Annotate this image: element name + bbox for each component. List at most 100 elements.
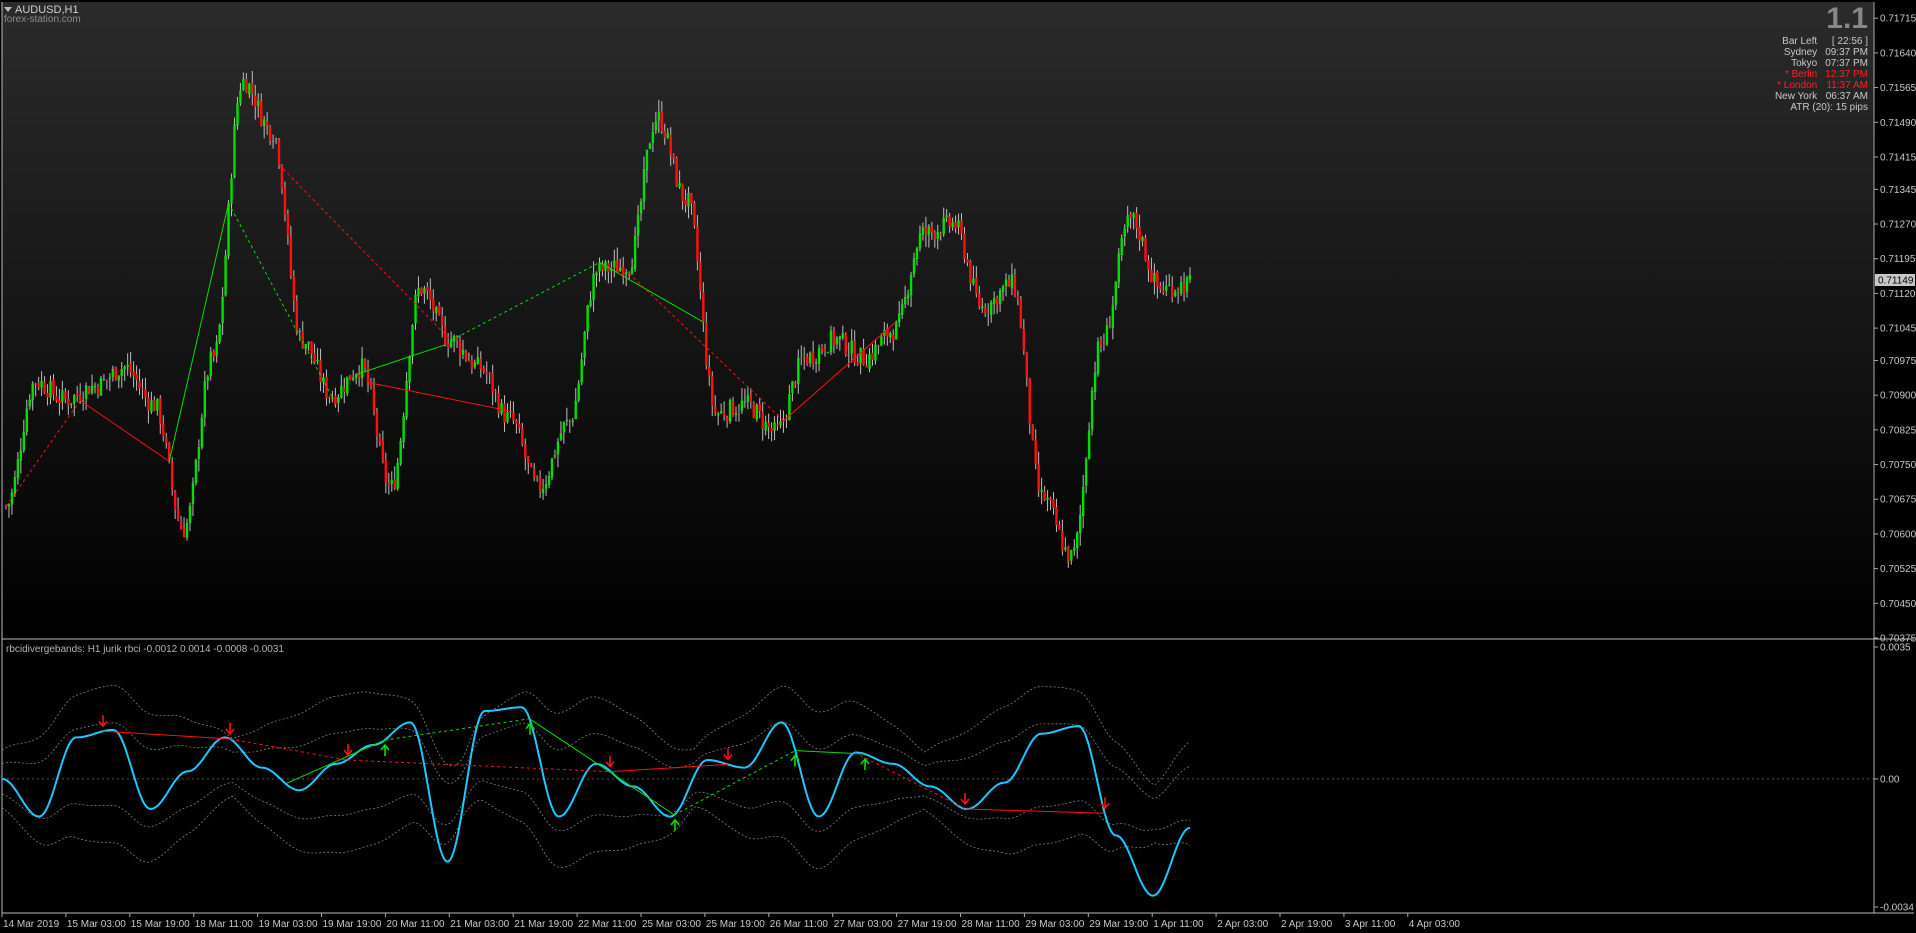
bull-candle xyxy=(651,132,655,143)
time-tick-label: 27 Mar 03:00 xyxy=(834,919,893,930)
bear-candle xyxy=(984,307,987,314)
time-tick-label: 19 Mar 19:00 xyxy=(323,919,382,930)
bear-candle xyxy=(521,428,524,445)
bear-candle xyxy=(1138,226,1141,241)
bear-candle xyxy=(251,83,254,94)
trading-chart[interactable]: 0.71715 0.71640 0.71565 0.71490 0.71415 0.713… xyxy=(0,0,1916,933)
bear-candle xyxy=(46,393,49,398)
bear-candle xyxy=(708,366,711,377)
bull-candle xyxy=(666,132,669,138)
bull-candle xyxy=(84,385,88,400)
bull-candle xyxy=(586,305,589,332)
bear-candle xyxy=(438,305,441,315)
bear-candle xyxy=(64,392,67,399)
bull-candle xyxy=(951,222,954,228)
bear-candle xyxy=(179,520,183,530)
bear-candle xyxy=(811,352,815,365)
bear-candle xyxy=(1067,546,1070,562)
bear-candle xyxy=(1156,272,1159,287)
bull-candle xyxy=(1111,305,1115,329)
bear-candle xyxy=(34,383,37,385)
time-tick-label: 14 Mar 2019 xyxy=(3,919,60,930)
bull-candle xyxy=(889,333,892,338)
price-tick-label: 0.71490 xyxy=(1880,118,1916,129)
bear-candle xyxy=(43,381,46,393)
bull-candle xyxy=(390,480,393,485)
bull-candle xyxy=(102,379,106,381)
bull-candle xyxy=(630,267,634,275)
osc-tick-label: -0.0034 xyxy=(1880,903,1914,914)
bull-candle xyxy=(639,201,643,214)
bear-candle xyxy=(832,330,836,345)
bull-candle xyxy=(942,217,945,235)
bear-candle xyxy=(530,464,533,468)
bear-candle xyxy=(485,371,488,375)
bull-candle xyxy=(111,369,115,377)
session-row: Sydney 09:37 PM xyxy=(1775,47,1868,58)
bear-candle xyxy=(527,456,530,464)
bull-candle xyxy=(19,450,23,461)
bear-candle xyxy=(482,367,485,372)
bear-candle xyxy=(289,236,293,276)
bull-candle xyxy=(224,255,227,296)
bull-candle xyxy=(1090,390,1094,430)
bear-candle xyxy=(568,420,572,422)
bear-candle xyxy=(105,379,109,381)
bear-candle xyxy=(794,382,797,385)
bear-candle xyxy=(1019,298,1023,329)
bull-candle xyxy=(200,417,204,448)
bull-candle xyxy=(550,458,554,478)
bear-candle xyxy=(681,183,684,202)
bull-candle xyxy=(992,298,996,304)
bull-candle xyxy=(743,401,747,403)
bear-candle xyxy=(343,387,346,392)
bull-candle xyxy=(619,267,622,271)
bear-candle xyxy=(1013,274,1017,296)
bull-candle xyxy=(1073,547,1076,551)
bear-candle xyxy=(776,424,779,426)
session-label: Tokyo xyxy=(1791,58,1818,69)
bear-candle xyxy=(114,367,117,380)
bull-candle xyxy=(13,477,17,494)
bear-candle xyxy=(441,315,444,326)
bull-candle xyxy=(262,119,266,127)
bull-candle xyxy=(1132,213,1135,219)
bull-candle xyxy=(595,272,598,276)
bull-candle xyxy=(541,488,545,494)
bear-candle xyxy=(1176,290,1180,293)
bear-candle xyxy=(684,199,687,206)
time-tick-label: 21 Mar 19:00 xyxy=(514,919,573,930)
bear-candle xyxy=(749,394,753,403)
bear-candle xyxy=(170,462,174,490)
bull-candle xyxy=(841,333,845,338)
bull-candle xyxy=(1064,547,1067,550)
bear-candle xyxy=(443,326,447,345)
bear-candle xyxy=(1058,524,1061,530)
bull-candle xyxy=(755,404,758,420)
bear-candle xyxy=(87,387,91,395)
dropdown-triangle-icon[interactable] xyxy=(4,7,12,12)
bull-candle xyxy=(927,226,931,235)
bull-candle xyxy=(414,294,417,324)
bull-candle xyxy=(906,294,910,299)
bull-candle xyxy=(936,231,939,239)
session-table: Bar Left [ 22:56 ] Sydney 09:37 PM Tokyo 07:3… xyxy=(1775,36,1868,102)
bull-candle xyxy=(476,357,480,364)
bear-candle xyxy=(770,428,773,432)
time-tick-label: 25 Mar 03:00 xyxy=(642,919,701,930)
bear-candle xyxy=(823,349,827,352)
bear-candle xyxy=(948,216,951,227)
indicator-title: rbcidivergebands: H1 jurik rbci -0.0012 … xyxy=(6,644,284,655)
bear-candle xyxy=(295,300,299,333)
bear-candle xyxy=(939,233,942,236)
time-tick-label: 3 Apr 11:00 xyxy=(1345,919,1396,930)
bear-candle xyxy=(978,293,981,308)
bull-candle xyxy=(411,325,414,357)
bull-candle xyxy=(99,377,103,396)
bull-candle xyxy=(360,358,364,379)
bull-candle xyxy=(773,422,776,431)
bull-candle xyxy=(188,505,192,524)
bear-candle xyxy=(1182,282,1186,294)
bear-candle xyxy=(132,371,135,376)
bear-candle xyxy=(129,363,132,373)
